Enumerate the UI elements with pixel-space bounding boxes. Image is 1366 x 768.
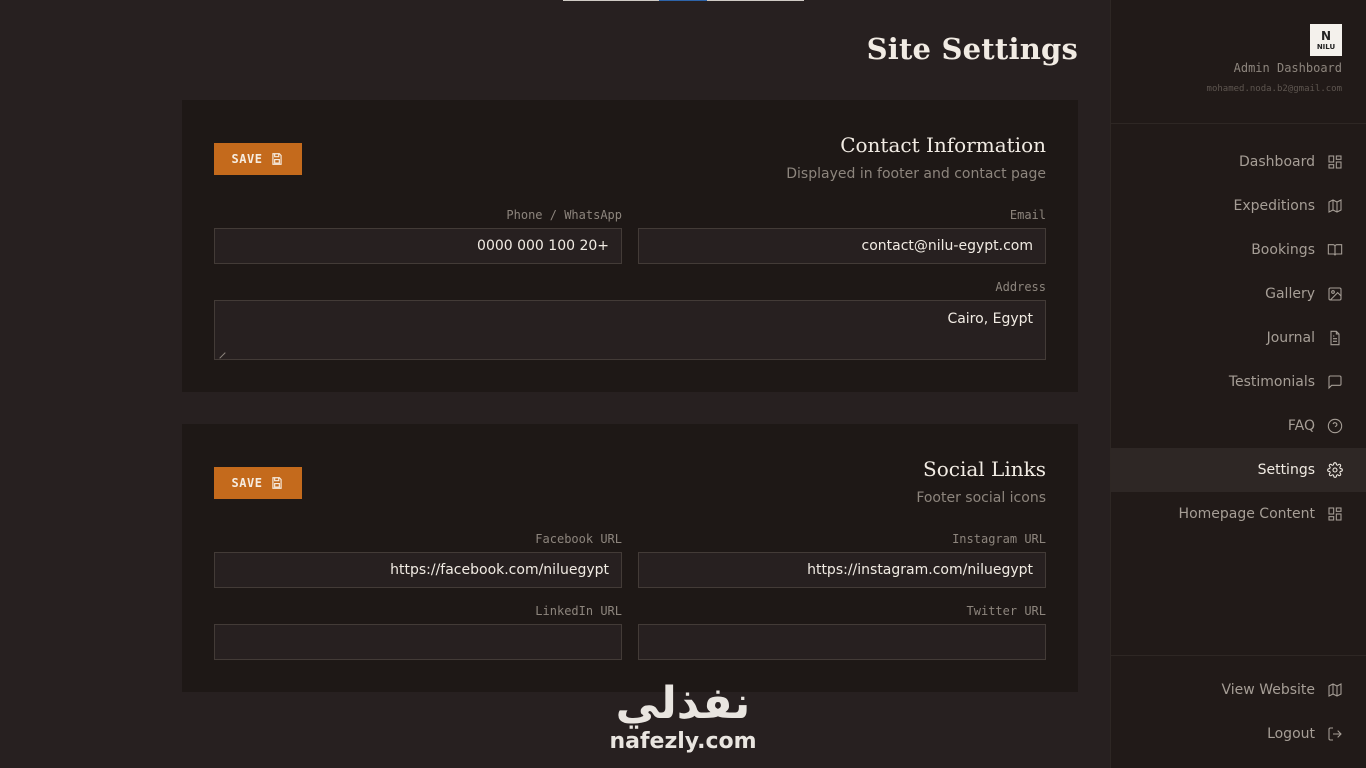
card-subtitle: Displayed in footer and contact page — [786, 166, 1046, 182]
card-title: Social Links — [923, 457, 1046, 481]
twitter-input[interactable] — [638, 624, 1046, 660]
sidebar-divider — [1111, 123, 1366, 124]
main-content: Site Settings SAVE Contact Information D… — [0, 0, 1110, 768]
grid-icon — [1328, 507, 1342, 521]
address-label: Address — [995, 280, 1046, 294]
nafezly-watermark: نفذلي nafezly.com — [598, 678, 768, 754]
map-icon — [1328, 199, 1342, 213]
sidebar-item-bookings[interactable]: Bookings — [1111, 228, 1366, 272]
sidebar-item-gallery[interactable]: Gallery — [1111, 272, 1366, 316]
admin-dashboard-label: Admin Dashboard — [1233, 61, 1342, 75]
sidebar-item-label: Homepage Content — [1178, 506, 1315, 522]
logout-icon — [1328, 727, 1342, 741]
instagram-label: Instagram URL — [952, 532, 1046, 546]
watermark-arabic: نفذلي — [615, 678, 751, 729]
phone-label: Phone / WhatsApp — [506, 208, 622, 222]
email-input[interactable] — [638, 228, 1046, 264]
help-circle-icon — [1327, 418, 1343, 434]
sidebar-item-settings[interactable]: Settings — [1111, 448, 1366, 492]
instagram-input[interactable] — [638, 552, 1046, 588]
admin-email: mohamed.noda.b2@gmail.com — [1206, 84, 1342, 94]
sidebar-item-testimonials[interactable]: Testimonials — [1111, 360, 1366, 404]
view-website-link[interactable]: View Website — [1111, 668, 1366, 712]
brand: N NILU Admin Dashboard mohamed.noda.b2@gm… — [1207, 24, 1342, 94]
save-label: SAVE — [231, 476, 263, 490]
card-title: Contact Information — [840, 133, 1046, 157]
linkedin-input[interactable] — [214, 624, 622, 660]
book-icon — [1327, 244, 1343, 256]
sidebar-nav: Dashboard Expeditions Bookings Gallery J… — [1111, 140, 1366, 536]
sidebar-bottom-nav: View Website Logout — [1111, 668, 1366, 756]
facebook-label: Facebook URL — [535, 532, 622, 546]
image-icon — [1328, 287, 1342, 301]
social-links-card: SAVE Social Links Footer social icons Fa… — [182, 424, 1078, 692]
logout-button[interactable]: Logout — [1111, 712, 1366, 756]
gear-icon — [1327, 462, 1343, 478]
sidebar-item-label: View Website — [1221, 682, 1315, 698]
linkedin-label: LinkedIn URL — [535, 604, 622, 618]
address-textarea[interactable]: Cairo, Egypt — [214, 300, 1046, 360]
grid-icon — [1328, 155, 1342, 169]
sidebar-item-journal[interactable]: Journal — [1111, 316, 1366, 360]
save-social-button[interactable]: SAVE — [214, 467, 302, 499]
sidebar-item-label: Journal — [1266, 330, 1315, 346]
contact-information-card: SAVE Contact Information Displayed in fo… — [182, 100, 1078, 392]
card-header: Social Links Footer social icons — [916, 457, 1046, 506]
sidebar-item-label: Gallery — [1265, 286, 1315, 302]
sidebar-item-label: Testimonials — [1228, 374, 1315, 390]
map-icon — [1328, 683, 1342, 697]
sidebar-divider — [1111, 655, 1366, 656]
message-icon — [1328, 375, 1342, 390]
save-contact-button[interactable]: SAVE — [214, 143, 302, 175]
card-subtitle: Footer social icons — [916, 490, 1046, 506]
sidebar-item-expeditions[interactable]: Expeditions — [1111, 184, 1366, 228]
watermark-latin: nafezly.com — [609, 729, 757, 754]
sidebar-item-label: Expeditions — [1233, 198, 1315, 214]
sidebar-item-label: Bookings — [1251, 242, 1315, 258]
email-label: Email — [1009, 208, 1046, 222]
card-header: Contact Information Displayed in footer … — [786, 133, 1046, 182]
twitter-label: Twitter URL — [966, 604, 1046, 618]
sidebar-item-label: Dashboard — [1239, 154, 1315, 170]
save-label: SAVE — [231, 152, 263, 166]
save-icon — [272, 153, 283, 165]
sidebar-item-label: FAQ — [1287, 418, 1315, 434]
sidebar-item-label: Logout — [1267, 726, 1315, 742]
facebook-input[interactable] — [214, 552, 622, 588]
file-icon — [1330, 330, 1340, 346]
sidebar-item-dashboard[interactable]: Dashboard — [1111, 140, 1366, 184]
sidebar-item-label: Settings — [1257, 462, 1315, 478]
sidebar: N NILU Admin Dashboard mohamed.noda.b2@gm… — [1110, 0, 1366, 768]
nilu-logo[interactable]: N NILU — [1310, 24, 1342, 56]
sidebar-item-homepage-content[interactable]: Homepage Content — [1111, 492, 1366, 536]
sidebar-item-faq[interactable]: FAQ — [1111, 404, 1366, 448]
save-icon — [272, 477, 283, 489]
page-title: Site Settings — [866, 32, 1078, 66]
phone-input[interactable] — [214, 228, 622, 264]
